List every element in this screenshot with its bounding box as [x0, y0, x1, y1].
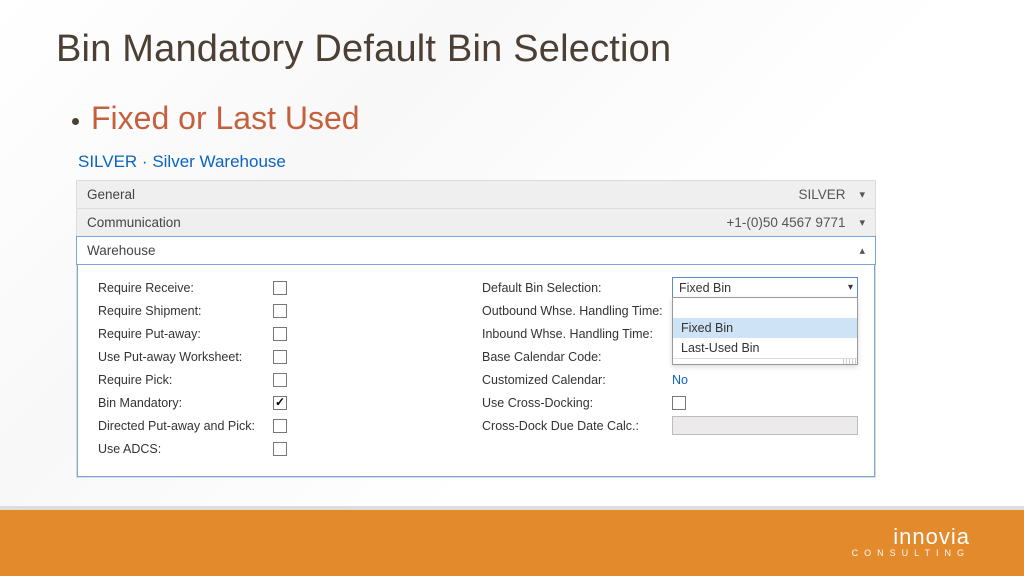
cross-docking-label: Use Cross-Docking:	[482, 396, 672, 410]
section-communication[interactable]: Communication +1-(0)50 4567 9771 ▾	[77, 209, 875, 237]
default-bin-label: Default Bin Selection:	[482, 281, 672, 295]
field-label: Directed Put-away and Pick:	[98, 419, 273, 433]
resize-grip-icon	[673, 358, 857, 364]
default-bin-value: Fixed Bin	[679, 281, 731, 295]
outbound-label: Outbound Whse. Handling Time:	[482, 304, 672, 318]
field-label: Require Shipment:	[98, 304, 273, 318]
dropdown-option-blank[interactable]	[673, 298, 857, 318]
warehouse-card: General SILVER ▾ Communication +1-(0)50 …	[76, 180, 876, 478]
dropdown-option[interactable]: Last-Used Bin	[673, 338, 857, 358]
subtitle: Fixed or Last Used	[91, 100, 360, 137]
dropdown-option[interactable]: Fixed Bin	[673, 318, 857, 338]
section-warehouse-label: Warehouse	[87, 243, 156, 258]
warehouse-right-column: Default Bin Selection: Fixed Bin ▾ Outbo…	[482, 276, 858, 460]
chevron-down-icon: ▾	[859, 188, 865, 201]
footer-bar: innovia CONSULTING	[0, 506, 1024, 576]
default-bin-dropdown[interactable]: Fixed BinLast-Used Bin	[672, 297, 858, 365]
cross-dock-calc-input	[672, 416, 858, 435]
checkbox[interactable]	[273, 419, 287, 433]
base-calendar-label: Base Calendar Code:	[482, 350, 672, 364]
checkbox[interactable]	[273, 327, 287, 341]
field-label: Require Receive:	[98, 281, 273, 295]
record-heading: SILVER · Silver Warehouse	[78, 152, 286, 172]
warehouse-left-column: Require Receive: Require Shipment: Require…	[98, 276, 452, 460]
subtitle-row: Fixed or Last Used	[72, 100, 360, 137]
section-general-label: General	[87, 187, 135, 202]
field-label: Require Put-away:	[98, 327, 273, 341]
page-title: Bin Mandatory Default Bin Selection	[56, 28, 671, 71]
field-label: Use Put-away Worksheet:	[98, 350, 273, 364]
field-label: Require Pick:	[98, 373, 273, 387]
section-communication-summary: +1-(0)50 4567 9771	[727, 215, 846, 230]
checkbox[interactable]	[273, 442, 287, 456]
brand-tagline: CONSULTING	[852, 548, 970, 558]
chevron-down-icon: ▾	[848, 282, 853, 293]
section-general[interactable]: General SILVER ▾	[77, 181, 875, 209]
checkbox[interactable]	[273, 304, 287, 318]
checkbox[interactable]	[273, 373, 287, 387]
checkbox[interactable]	[273, 281, 287, 295]
chevron-down-icon: ▾	[859, 216, 865, 229]
field-label: Use ADCS:	[98, 442, 273, 456]
section-warehouse[interactable]: Warehouse ▴	[76, 236, 876, 265]
chevron-up-icon: ▴	[859, 244, 865, 257]
checkbox[interactable]	[273, 350, 287, 364]
cross-dock-calc-label: Cross-Dock Due Date Calc.:	[482, 419, 672, 433]
cross-docking-checkbox[interactable]	[672, 396, 686, 410]
default-bin-select[interactable]: Fixed Bin ▾	[672, 277, 858, 298]
bullet-icon	[72, 118, 79, 125]
section-general-summary: SILVER	[798, 187, 845, 202]
inbound-label: Inbound Whse. Handling Time:	[482, 327, 672, 341]
section-warehouse-body: Require Receive: Require Shipment: Require…	[77, 264, 875, 477]
customized-calendar-label: Customized Calendar:	[482, 373, 672, 387]
customized-calendar-value[interactable]: No	[672, 373, 688, 387]
checkbox[interactable]	[273, 396, 287, 410]
brand-name: innovia	[893, 524, 970, 549]
brand-logo: innovia CONSULTING	[852, 524, 970, 558]
field-label: Bin Mandatory:	[98, 396, 273, 410]
section-communication-label: Communication	[87, 215, 181, 230]
